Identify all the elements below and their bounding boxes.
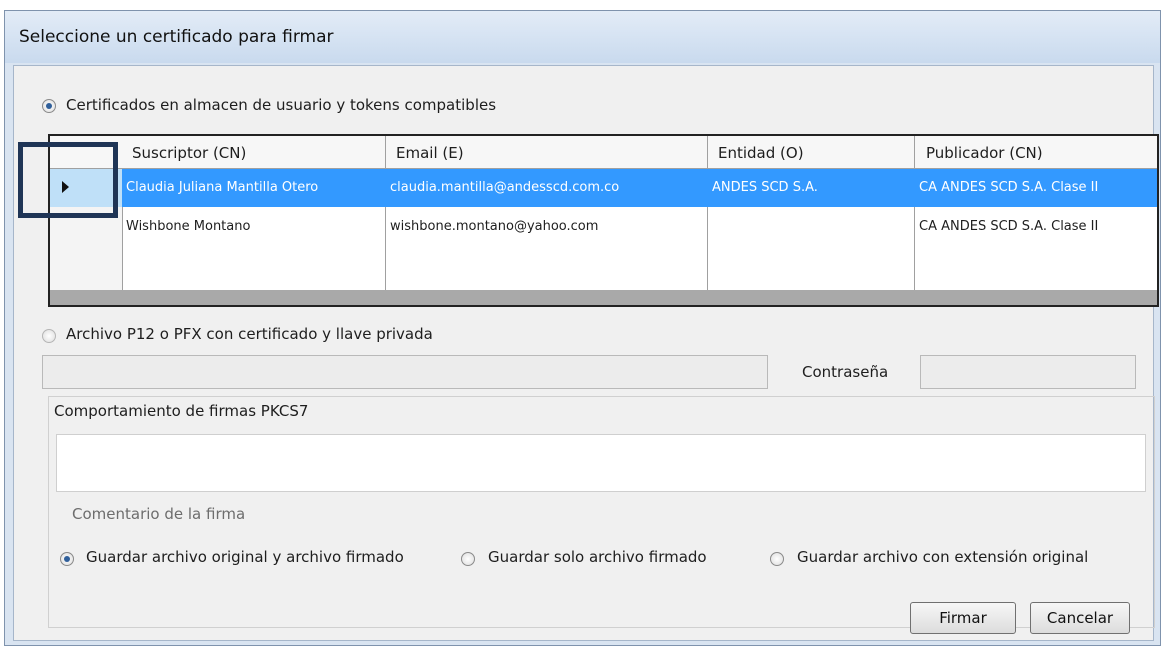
cell-subscriber: Wishbone Montano	[126, 219, 251, 234]
column-header-email[interactable]: Email (E)	[396, 144, 464, 162]
table-row-selected[interactable]: Claudia Juliana Mantilla Otero claudia.m…	[122, 169, 1157, 207]
save-signed-only-label: Guardar solo archivo firmado	[488, 548, 707, 566]
store-radio[interactable]	[42, 99, 56, 113]
grid-header: Suscriptor (CN) Email (E) Entidad (O) Pu…	[50, 136, 1157, 169]
cell-publisher: CA ANDES SCD S.A. Clase II	[919, 219, 1099, 234]
sign-button[interactable]: Firmar	[910, 602, 1016, 634]
column-header-subscriber[interactable]: Suscriptor (CN)	[132, 144, 246, 162]
window-title: Seleccione un certificado para firmar	[19, 27, 334, 47]
column-header-publisher[interactable]: Publicador (CN)	[926, 144, 1043, 162]
cell-email: claudia.mantilla@andesscd.com.co	[390, 180, 620, 195]
save-original-and-signed-radio[interactable]	[60, 552, 74, 566]
comment-field[interactable]	[56, 434, 1146, 492]
cell-email: wishbone.montano@yahoo.com	[390, 219, 599, 234]
dialog-client-area: Certificados en almacen de usuario y tok…	[13, 65, 1159, 641]
store-radio-label: Certificados en almacen de usuario y tok…	[66, 96, 497, 114]
cell-subscriber: Claudia Juliana Mantilla Otero	[126, 180, 319, 195]
pkcs7-group-label: Comportamiento de firmas PKCS7	[54, 402, 309, 420]
column-header-entity[interactable]: Entidad (O)	[718, 144, 804, 162]
file-radio[interactable]	[42, 329, 56, 343]
row-pointer-cell	[50, 169, 122, 207]
dialog-window: Seleccione un certificado para firmar Ce…	[4, 10, 1161, 646]
cell-publisher: CA ANDES SCD S.A. Clase II	[919, 180, 1099, 195]
arrow-right-icon	[62, 181, 69, 193]
certificate-grid[interactable]: Suscriptor (CN) Email (E) Entidad (O) Pu…	[48, 134, 1159, 307]
comment-label: Comentario de la firma	[72, 505, 246, 523]
file-path-field[interactable]	[42, 355, 768, 389]
cancel-button[interactable]: Cancelar	[1030, 602, 1130, 634]
password-field[interactable]	[920, 355, 1136, 389]
save-signed-only-radio[interactable]	[461, 552, 475, 566]
password-label: Contraseña	[802, 363, 889, 381]
cell-entity: ANDES SCD S.A.	[712, 180, 818, 195]
save-original-extension-radio[interactable]	[770, 552, 784, 566]
file-radio-label: Archivo P12 o PFX con certificado y llav…	[66, 325, 433, 343]
horizontal-scrollbar[interactable]	[50, 290, 1157, 305]
save-original-and-signed-label: Guardar archivo original y archivo firma…	[86, 548, 404, 566]
save-original-extension-label: Guardar archivo con extensión original	[797, 548, 1089, 566]
table-row[interactable]: Wishbone Montano wishbone.montano@yahoo.…	[122, 208, 1157, 246]
title-bar: Seleccione un certificado para firmar	[5, 11, 1160, 63]
